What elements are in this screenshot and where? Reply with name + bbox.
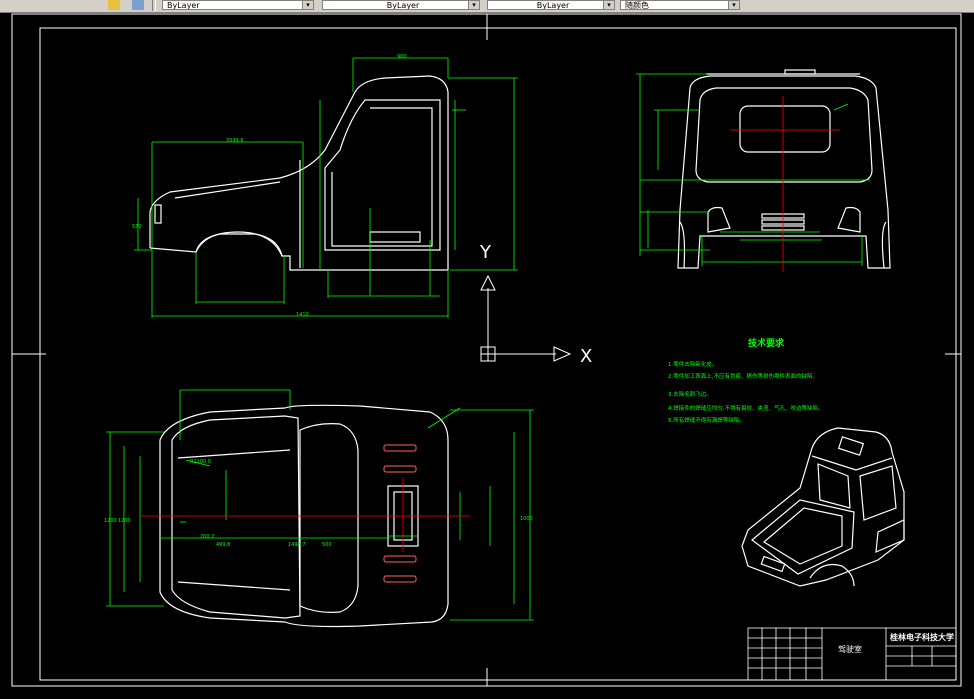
dim-plan-mid: 1000 — [520, 516, 533, 522]
plan-roof — [171, 415, 301, 619]
linetype-control-value: ByLayer — [386, 1, 420, 10]
dim-side-length: 2099.6 — [226, 138, 244, 144]
chevron-down-icon[interactable]: ▾ — [603, 1, 614, 9]
front-view-dimensions — [636, 73, 870, 266]
ucs-x-label: X — [580, 346, 592, 367]
headlight — [154, 204, 162, 224]
plotstyle-control-value: 随颜色 — [625, 1, 649, 10]
tech-req-item: 4.焊接件的焊缝应均匀,不得有裂纹、夹渣、气孔、咬边等缺陷。 — [668, 404, 824, 412]
door-outline — [324, 99, 441, 251]
side-view-dimensions — [134, 57, 518, 318]
iso-roof-light — [837, 436, 865, 456]
cab-outline — [149, 75, 449, 258]
right-headlight — [837, 206, 861, 233]
chevron-down-icon[interactable]: ▾ — [468, 1, 479, 9]
dim-plan-low2: 200.2 — [200, 534, 214, 540]
tech-req-item: 1.零件去除氧化皮。 — [668, 360, 717, 368]
iso-windshield — [817, 463, 851, 509]
dim-left-height: 570 — [132, 224, 142, 230]
left-mirror — [679, 221, 686, 269]
isometric-view — [741, 427, 905, 587]
color-control-value: ByLayer — [167, 1, 200, 10]
iso-step — [875, 519, 905, 553]
layer-properties-icon[interactable] — [132, 0, 144, 10]
iso-plate — [760, 555, 786, 573]
dim-plan-len: 1200 — [104, 518, 117, 524]
tech-req-title: 技术要求 — [748, 337, 785, 349]
chevron-down-icon[interactable]: ▾ — [728, 1, 739, 9]
plan-windshield — [299, 423, 359, 613]
title-school-name: 桂林电子科技大学 — [889, 632, 954, 642]
ucs-y-label: Y — [479, 242, 492, 263]
right-mirror — [881, 221, 887, 269]
tech-req-item: 5.所有焊缝不得有漏焊等缺陷。 — [668, 416, 745, 424]
cab-bottom-outline — [149, 233, 449, 271]
dim-plan-low1: 499.8 — [216, 542, 230, 548]
layer-icon[interactable] — [108, 0, 120, 10]
linetype-control-combo[interactable]: ByLayer ▾ — [322, 0, 480, 10]
iso-side-window — [859, 465, 897, 521]
chevron-down-icon[interactable]: ▾ — [302, 1, 313, 9]
ucs-icon — [480, 274, 572, 362]
dim-plan-left: 1200 — [118, 518, 131, 524]
color-control-combo[interactable]: ByLayer ▾ — [162, 0, 314, 10]
wheel-arch — [195, 231, 283, 257]
roof-light — [784, 69, 816, 75]
iso-roof-edge — [811, 455, 893, 471]
dim-cab-top: 900 — [397, 54, 407, 60]
dim-plan-radius: R1100.0 — [190, 459, 211, 465]
lineweight-control-combo[interactable]: ByLayer ▾ — [487, 0, 615, 10]
dim-plan-low3: 1498.7 — [288, 542, 306, 548]
outer-frame — [11, 13, 962, 687]
door-inner — [331, 107, 433, 247]
left-headlight — [707, 206, 731, 233]
tech-req-item: 2.零件加工表面上,不应有划痕、擦伤等损伤零件表面的缺陷。 — [668, 372, 818, 380]
tech-req-list: 1.零件去除氧化皮。 2.零件加工表面上,不应有划痕、擦伤等损伤零件表面的缺陷。… — [668, 360, 824, 424]
step — [369, 231, 421, 243]
front-cab-outline — [677, 75, 891, 269]
title-part-name: 驾驶室 — [838, 644, 862, 654]
dim-top-length: 1410 — [296, 312, 309, 318]
iso-front-inner — [762, 507, 843, 565]
drawing-canvas[interactable]: 2099.6 900 1410 570 200.2 499.8 1498.7 5… — [0, 12, 974, 699]
lineweight-control-value: ByLayer — [536, 1, 570, 10]
side-view — [149, 75, 449, 271]
dim-plan-low4: 500 — [322, 542, 332, 548]
front-view-centerlines — [730, 96, 840, 272]
rear-window — [739, 105, 831, 153]
plan-vents — [383, 444, 417, 583]
tech-req-item: 3.去除毛刺飞边。 — [668, 390, 712, 398]
plotstyle-control-combo[interactable]: 随颜色 ▾ — [620, 0, 740, 10]
autocad-window: ByLayer ▾ ByLayer ▾ ByLayer ▾ 随颜色 ▾ 2099… — [0, 0, 974, 699]
windshield-outline — [695, 87, 873, 183]
front-view — [677, 69, 891, 269]
toolbar-separator — [152, 0, 156, 11]
